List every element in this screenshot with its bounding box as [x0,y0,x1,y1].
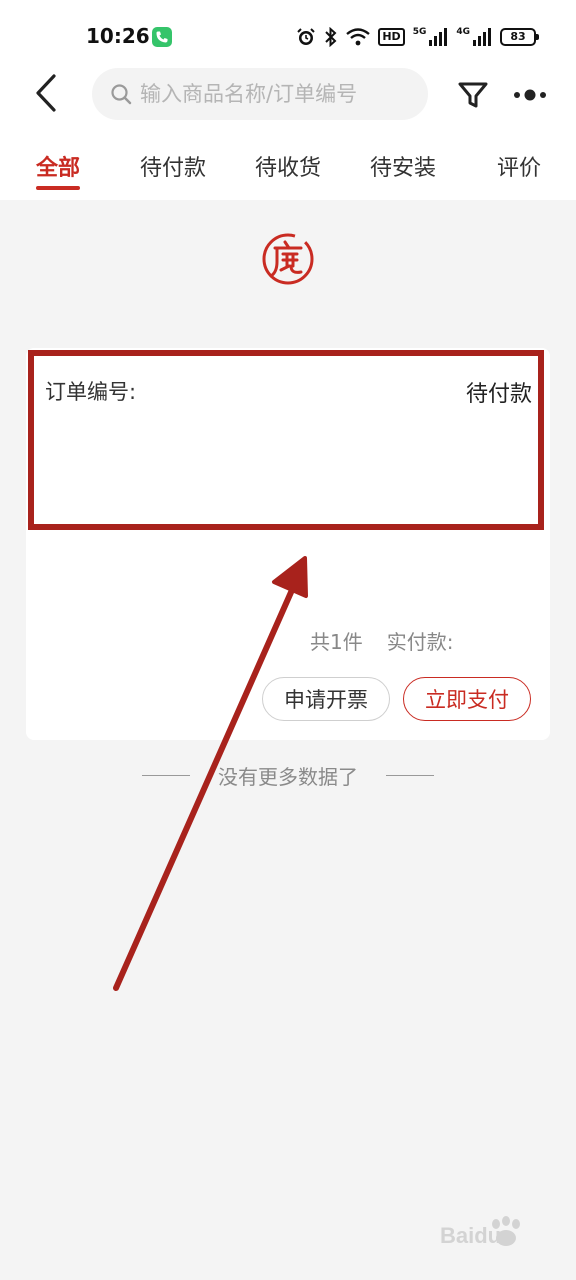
divider-line-left [142,774,190,776]
search-icon [111,84,132,105]
order-list-screen: 10:26 HD 5G 4G 83 输入商品名称/订单编号 全部 待付款 待收货… [0,0,576,1280]
more-icon [514,89,546,101]
tab-pending-payment[interactable]: 待付款 [140,150,206,182]
baidu-watermark: Baidu [440,1215,550,1259]
signal-4g-icon [473,28,491,46]
tab-pending-receipt[interactable]: 待收货 [255,150,321,182]
alarm-icon [297,28,316,45]
no-more-data-note: 没有更多数据了 [142,762,434,789]
divider-line-right [386,774,434,776]
order-summary: 共1件 实付款: [310,626,477,655]
search-input[interactable] [140,82,410,106]
status-bar: 10:26 HD 5G 4G 83 [0,0,576,62]
annotation-highlight-box [28,350,544,530]
phone-call-icon [152,27,172,47]
search-bar[interactable] [92,68,428,120]
active-tab-indicator [36,186,80,190]
no-more-data-text: 没有更多数据了 [218,764,358,789]
paid-amount-label: 实付款: [386,630,454,654]
network-4g-label: 4G [456,27,470,37]
back-icon [36,74,56,112]
network-5g-label: 5G [412,27,427,37]
wifi-icon [346,28,371,46]
status-time: 10:26 [86,24,150,48]
tiger-logo-icon [262,233,314,285]
header [0,62,576,124]
battery-indicator: 83 [500,28,539,46]
order-tabs: 全部 待付款 待收货 待安装 评价 [0,124,576,200]
filter-button[interactable] [456,78,490,112]
signal-5g-icon [429,28,448,46]
filter-icon [458,82,488,108]
apply-invoice-button[interactable]: 申请开票 [262,677,390,721]
paw-logo-icon [492,1216,520,1246]
tab-all[interactable]: 全部 [36,150,80,182]
tab-review[interactable]: 评价 [497,150,541,182]
pay-now-button[interactable]: 立即支付 [403,677,531,721]
bluetooth-icon [325,27,337,47]
hd-badge: HD [378,28,405,46]
more-button[interactable] [510,80,554,110]
status-icons: HD 5G 4G 83 [296,25,539,49]
tab-pending-install[interactable]: 待安装 [370,150,436,182]
back-button[interactable] [28,72,68,114]
item-count: 共1件 [310,630,363,654]
